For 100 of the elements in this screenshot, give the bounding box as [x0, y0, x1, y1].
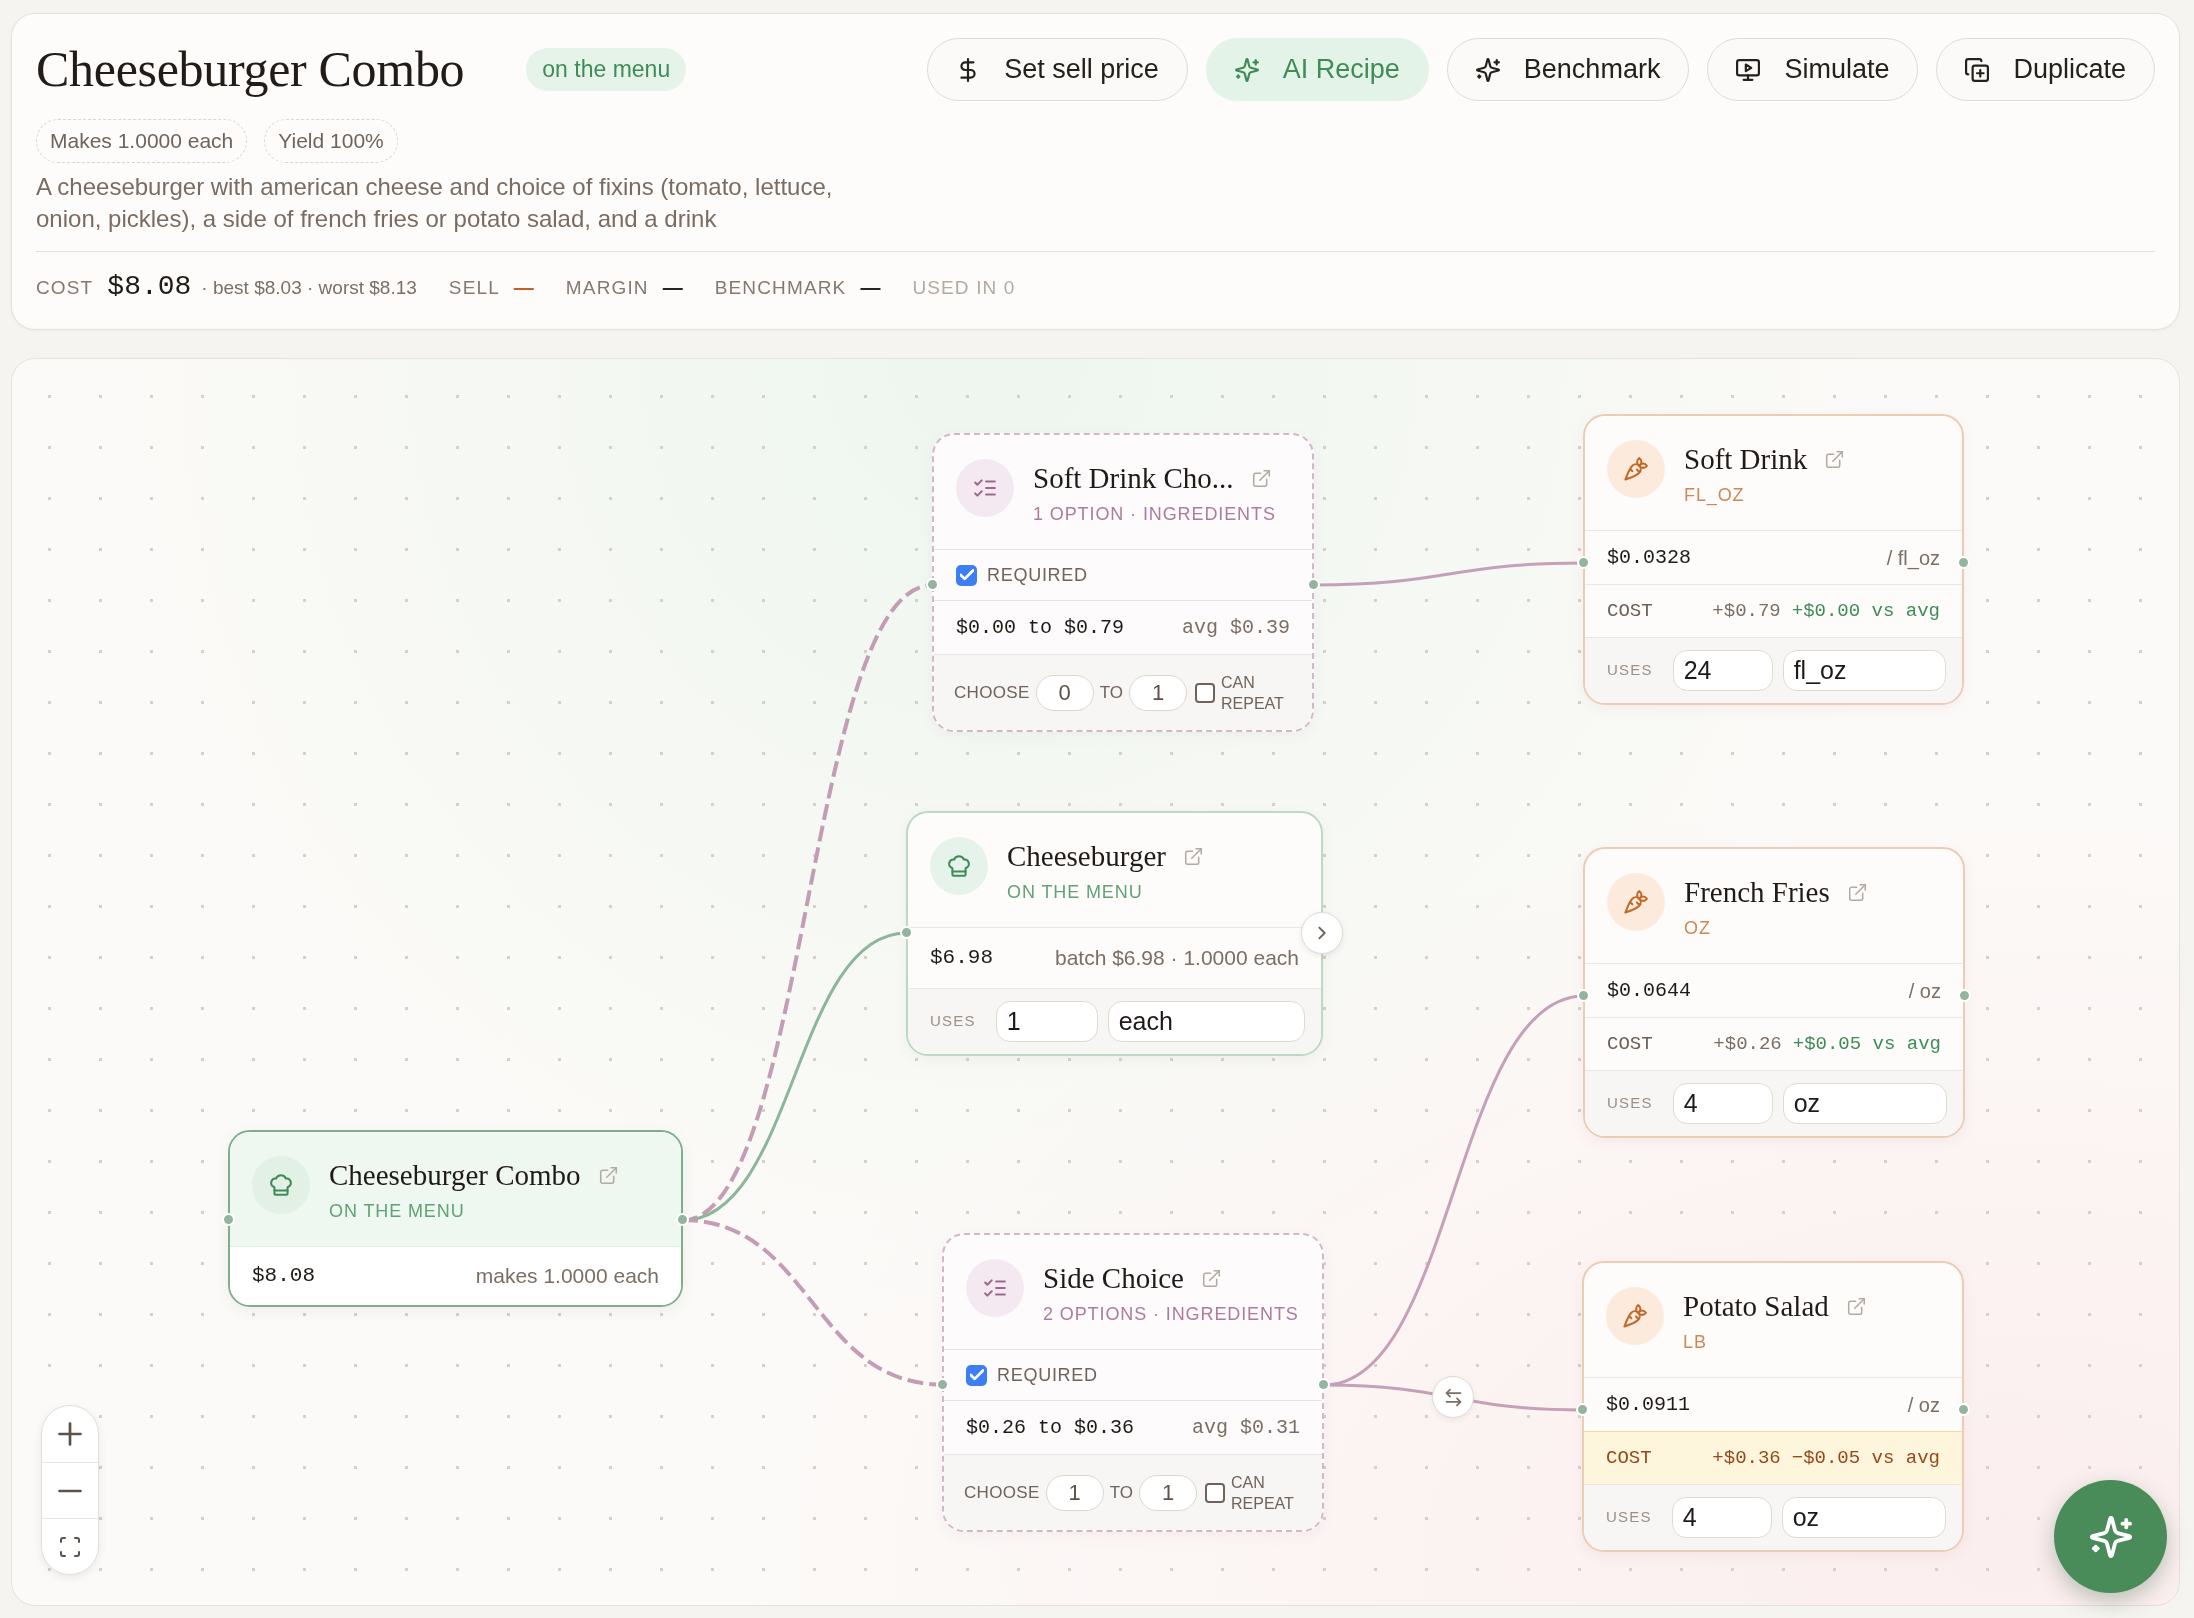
average-price: avg $0.31	[1191, 1414, 1300, 1441]
uses-label: USES	[1607, 660, 1653, 681]
assistant-button[interactable]	[2054, 1480, 2167, 1593]
node-title: Cheeseburger Combo	[329, 1158, 581, 1193]
node-subtitle: 1 OPTION · INGREDIENTS	[1033, 503, 1276, 526]
max-field[interactable]: 1	[1129, 674, 1188, 711]
price-unit: / oz	[1908, 978, 1941, 1004]
external-link-icon[interactable]	[598, 1165, 618, 1185]
external-link-icon[interactable]	[1183, 846, 1203, 866]
to-label: TO	[1109, 1481, 1134, 1504]
min-field[interactable]: 1	[1045, 1474, 1104, 1511]
node-detail: batch $6.98 · 1.0000 each	[1054, 945, 1299, 972]
unit-field[interactable]: fl_oz	[1782, 650, 1946, 691]
unit-field[interactable]: oz	[1782, 1083, 1947, 1124]
unit-price: $0.0644	[1607, 977, 1691, 1004]
copy-plus-icon	[1965, 57, 1990, 82]
price-range: $0.00 to $0.79	[956, 614, 1125, 641]
can-repeat-label: CAN REPEAT	[1231, 1472, 1295, 1514]
node-price: $8.08	[252, 1263, 315, 1290]
stat-label: SELL	[448, 276, 500, 300]
quantity-field[interactable]: 24	[1672, 650, 1773, 691]
sparkles-icon	[1475, 57, 1500, 82]
external-link-icon[interactable]	[1825, 449, 1845, 469]
quantity-field[interactable]: 4	[1672, 1083, 1773, 1124]
node-title: French Fries	[1684, 875, 1830, 910]
stat-value: $8.08	[107, 270, 192, 304]
cost-label: COST	[1607, 1031, 1653, 1057]
recipe-title: Cheeseburger Combo	[36, 40, 465, 99]
sparkles-icon	[2089, 1515, 2132, 1558]
stat-value: —	[860, 275, 881, 300]
connection-handle[interactable]	[936, 1378, 949, 1391]
checkbox[interactable]	[956, 564, 977, 586]
sparkles-icon	[1234, 57, 1259, 82]
line-cost: +$0.26	[1713, 1031, 1782, 1057]
connection-handle[interactable]	[1576, 1403, 1589, 1416]
required-label: REQUIRED	[997, 1363, 1098, 1387]
recipe-description: A cheeseburger with american cheese and choice of fixins (tomato, lettuce, onion, pickles), a side of french fries or potato salad, and a drink	[36, 172, 834, 234]
checkbox[interactable]	[1195, 682, 1216, 703]
uses-label: USES	[1607, 1093, 1653, 1114]
line-cost: +$0.36	[1712, 1445, 1781, 1471]
choose-label: CHOOSE	[954, 681, 1030, 704]
node-price: $6.98	[930, 945, 993, 972]
fit-view-icon	[60, 1536, 80, 1557]
line-cost: +$0.79	[1712, 598, 1781, 624]
status-badge: on the menu	[526, 48, 687, 91]
expand-button[interactable]	[1301, 912, 1343, 954]
stat-label: USED IN 0	[912, 276, 1016, 300]
uses-label: USES	[1606, 1507, 1652, 1528]
monitor-icon	[1736, 57, 1761, 82]
connection-handle[interactable]	[900, 926, 913, 939]
connection-handle[interactable]	[1958, 989, 1971, 1002]
node-subtitle: 2 OPTIONS · INGREDIENTS	[1043, 1303, 1299, 1326]
connection-handle[interactable]	[1577, 989, 1590, 1002]
external-link-icon[interactable]	[1201, 1268, 1221, 1288]
node-detail: makes 1.0000 each	[475, 1263, 659, 1290]
action-button[interactable]: Simulate	[1707, 38, 1919, 101]
connection-handle[interactable]	[1307, 578, 1320, 591]
quantity-field[interactable]: 1	[995, 1001, 1098, 1042]
connection-handle[interactable]	[1317, 1378, 1330, 1391]
node-title: Side Choice	[1043, 1261, 1184, 1296]
cost-label: COST	[1606, 1445, 1652, 1471]
external-link-icon[interactable]	[1847, 882, 1867, 902]
unit-field[interactable]: oz	[1781, 1497, 1946, 1538]
external-link-icon[interactable]	[1251, 468, 1271, 488]
node-subtitle: OZ	[1684, 917, 1712, 940]
price-unit: / fl_oz	[1886, 545, 1940, 572]
external-link-icon[interactable]	[1846, 1296, 1866, 1316]
unit-price: $0.0328	[1607, 544, 1691, 571]
action-button[interactable]: Benchmark	[1446, 38, 1690, 101]
plus-icon	[58, 1422, 82, 1446]
action-button[interactable]: AI Recipe	[1205, 38, 1429, 101]
max-field[interactable]: 1	[1139, 1474, 1198, 1511]
connection-handle[interactable]	[1577, 556, 1590, 569]
min-field[interactable]: 0	[1035, 674, 1094, 711]
connection-handle[interactable]	[1957, 556, 1970, 569]
checkbox[interactable]	[966, 1364, 987, 1386]
swap-button[interactable]	[1432, 1376, 1474, 1418]
stat-label: BENCHMARK	[714, 276, 847, 300]
price-unit: / oz	[1907, 1392, 1940, 1418]
node-title: Soft Drink	[1684, 442, 1808, 477]
action-button[interactable]: Duplicate	[1936, 38, 2155, 101]
checkbox[interactable]	[1205, 1482, 1226, 1503]
minus-icon	[58, 1488, 82, 1493]
connection-handle[interactable]	[1957, 1403, 1970, 1416]
unit-field[interactable]: each	[1107, 1001, 1305, 1042]
node-subtitle: LB	[1683, 1331, 1708, 1354]
uses-label: USES	[930, 1011, 976, 1032]
cost-vs-average: +$0.05 vs avg	[1792, 1031, 1941, 1057]
node-subtitle: ON THE MENU	[329, 1200, 466, 1223]
choose-label: CHOOSE	[964, 1481, 1040, 1504]
node-subtitle: ON THE MENU	[1007, 881, 1144, 904]
price-range: $0.26 to $0.36	[966, 1414, 1135, 1441]
to-label: TO	[1099, 681, 1124, 704]
average-price: avg $0.39	[1181, 614, 1290, 641]
quantity-field[interactable]: 4	[1671, 1497, 1772, 1538]
connection-handle[interactable]	[926, 578, 939, 591]
stat-detail: · best $8.03 · worst $8.13	[201, 276, 417, 300]
action-button[interactable]: Set sell price	[927, 38, 1188, 101]
cost-label: COST	[1607, 598, 1653, 624]
stat-label: MARGIN	[565, 276, 649, 300]
